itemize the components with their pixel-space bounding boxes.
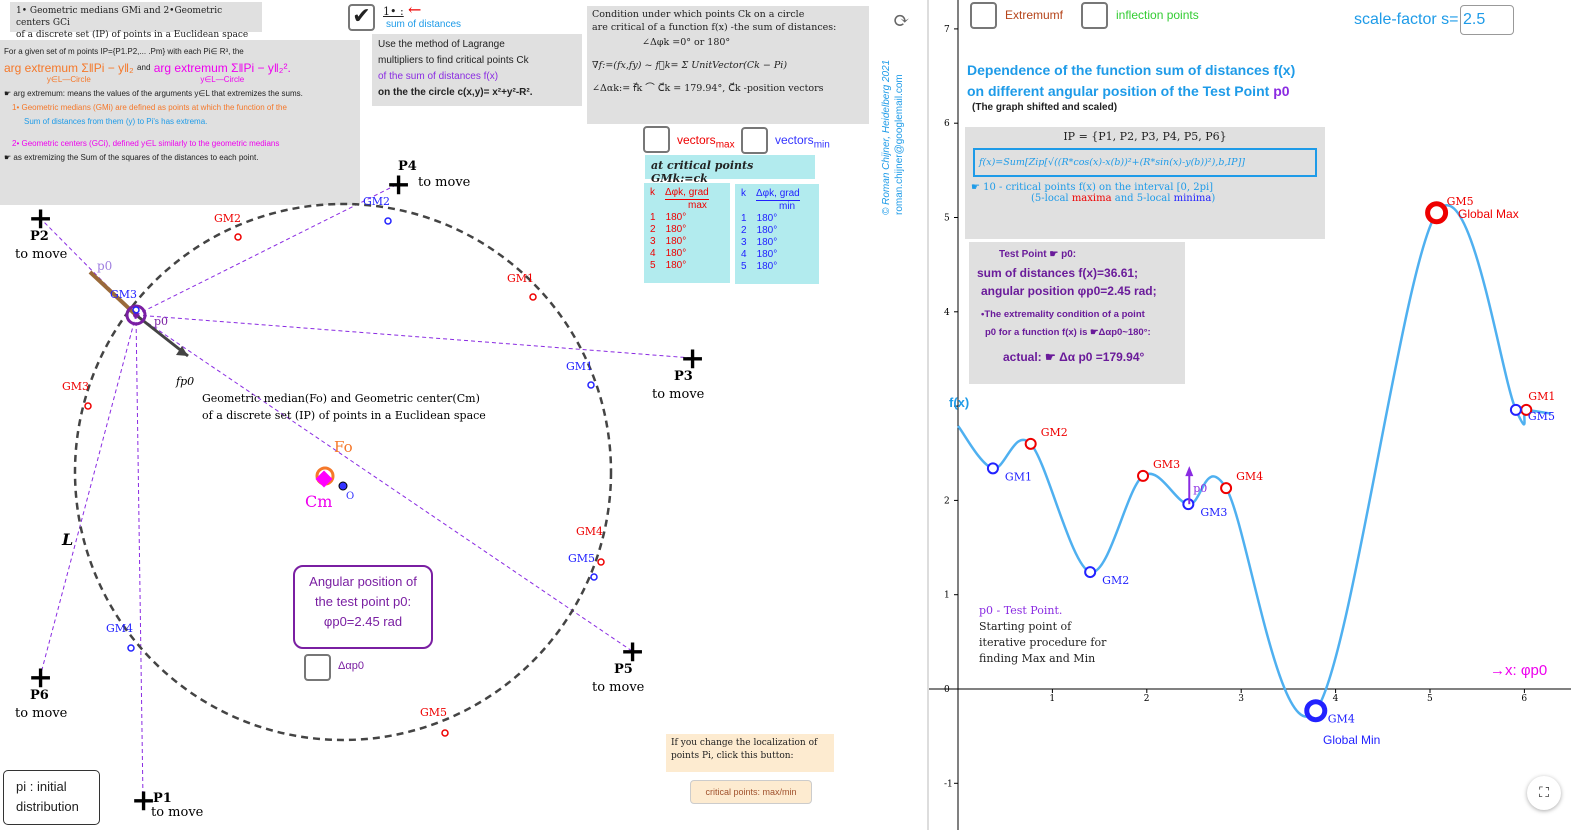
maximum-label: GM5 [1447,195,1474,208]
y-tick-label: -1 [944,779,953,789]
inflection-checkbox[interactable] [1081,2,1108,29]
y-tick-label: 4 [944,308,950,318]
gm-max-label: GM5 [420,706,447,719]
point-label: P3 [674,369,693,384]
x-tick-label: 3 [1238,694,1244,704]
x-tick-label: 1 [1049,694,1055,704]
svg-text:p0: p0 [154,315,168,328]
gm-max-point [84,402,92,410]
formula-box: IP = {P1, P2, P3, P4, P5, P6} f(x)=Sum[Z… [965,127,1325,239]
svg-text:O: O [346,491,354,502]
extremum-checkbox[interactable] [970,2,997,29]
delta-alpha-checkbox[interactable] [304,654,331,681]
test-point-arrowhead [1185,466,1194,477]
gm-min-label: GM4 [106,622,133,635]
svg-text:Cm: Cm [305,492,332,511]
gm-min-point [587,381,595,389]
gm-max-label: GM2 [214,212,241,225]
gm-min-point [127,644,135,652]
point-sublabel: to move [15,247,68,262]
dashed-line [135,314,693,359]
minimum-label: GM3 [1200,506,1227,519]
minimum-label: GM5 [1528,410,1555,423]
point-sublabel: to move [418,175,471,190]
gm-max-label: GM4 [576,525,603,538]
x-tick-label: 2 [1144,694,1150,704]
change-note: If you change the localization of points… [666,734,834,772]
origin-point [338,481,348,491]
maximum-label: GM3 [1153,458,1180,471]
y-tick-label: 2 [944,496,950,506]
maximum-label: GM4 [1236,470,1263,483]
point-label: P2 [30,229,49,244]
maximum-point [1024,437,1037,450]
gm-min-label: GM2 [363,195,390,208]
critical-points-button[interactable]: critical points: max/min [690,780,812,804]
function-graph: 1 2 3 4 5 6 -1 0 1 2 4 5 6 7 GM2 GM3 GM4 GM5 GM1 GM1 GM2 GM3 G… [929,0,1571,830]
maximum-label: GM2 [1041,426,1068,439]
point-sublabel: to move [15,706,68,721]
angular-position-box: Angular position of the test point p0: φp0… [293,565,433,649]
y-tick-label: 1 [944,591,950,601]
point-sublabel: to move [151,805,204,820]
y-tick-label: 7 [944,25,950,35]
point-sublabel: to move [652,387,705,402]
gm-max-label: GM3 [62,380,89,393]
gm-min-label: GM1 [566,360,593,373]
svg-text:of a discrete set (IP) of poi: of a discrete set (IP) of points in a Eu… [202,409,486,422]
point-label: P1 [153,791,172,806]
svg-text:L: L [61,530,73,549]
svg-text:fp0: fp0 [175,375,194,388]
gm-max-point [234,233,242,241]
maximum-label: GM1 [1528,390,1555,403]
svg-text:Fo: Fo [334,438,353,456]
point-label: P5 [614,662,633,677]
geometry-canvas: +P1to move+P2to move+P3to move+P4to move… [15,159,705,820]
y-tick-label: 5 [944,214,950,224]
svg-text:Geometric median(Fo) and Geome: Geometric median(Fo) and Geometric cente… [202,392,480,405]
maximum-point [1220,482,1233,495]
gm-min-label: GM5 [568,552,595,565]
minimum-point [986,462,999,475]
maximum-point [1425,201,1449,225]
scale-factor-input[interactable] [1460,5,1514,35]
point-label: P6 [30,688,49,703]
test-point-box: Test Point ☛ p0: sum of distances f(x)=3… [969,242,1185,384]
gm-min-point [384,217,392,225]
gm-min-label: GM3 [110,288,137,301]
gm-max-point [441,729,449,737]
minimum-point [1509,403,1522,416]
test-point-label: p0 [1193,482,1207,495]
x-tick-label: 4 [1333,694,1339,704]
p0-note: p0 - Test Point. Starting point of iterati… [979,604,1107,665]
gm-min-point [590,573,598,581]
graph-title: Dependence of the function sum of distan… [967,62,1296,99]
svg-text:p0: p0 [97,259,112,273]
initial-distribution-button[interactable]: pi : initial distribution [3,770,100,825]
minimum-point [1304,699,1328,723]
gm-max-label: GM1 [507,272,534,285]
minimum-point [1084,566,1097,579]
x-tick-label: 6 [1521,694,1527,704]
minimum-label: GM2 [1102,574,1129,587]
dashed-line [135,314,144,801]
point-sublabel: to move [592,680,645,695]
point-label: P4 [398,159,417,174]
gm-max-point [597,558,605,566]
maximum-point [1137,469,1150,482]
minimum-label: GM4 [1328,713,1355,726]
fullscreen-button[interactable]: ⛶ [1527,776,1561,810]
y-tick-label: 6 [944,119,950,129]
gm-max-point [529,293,537,301]
x-tick-label: 5 [1427,694,1433,704]
minimum-label: GM1 [1005,470,1032,483]
y-tick-label: 0 [944,685,950,695]
